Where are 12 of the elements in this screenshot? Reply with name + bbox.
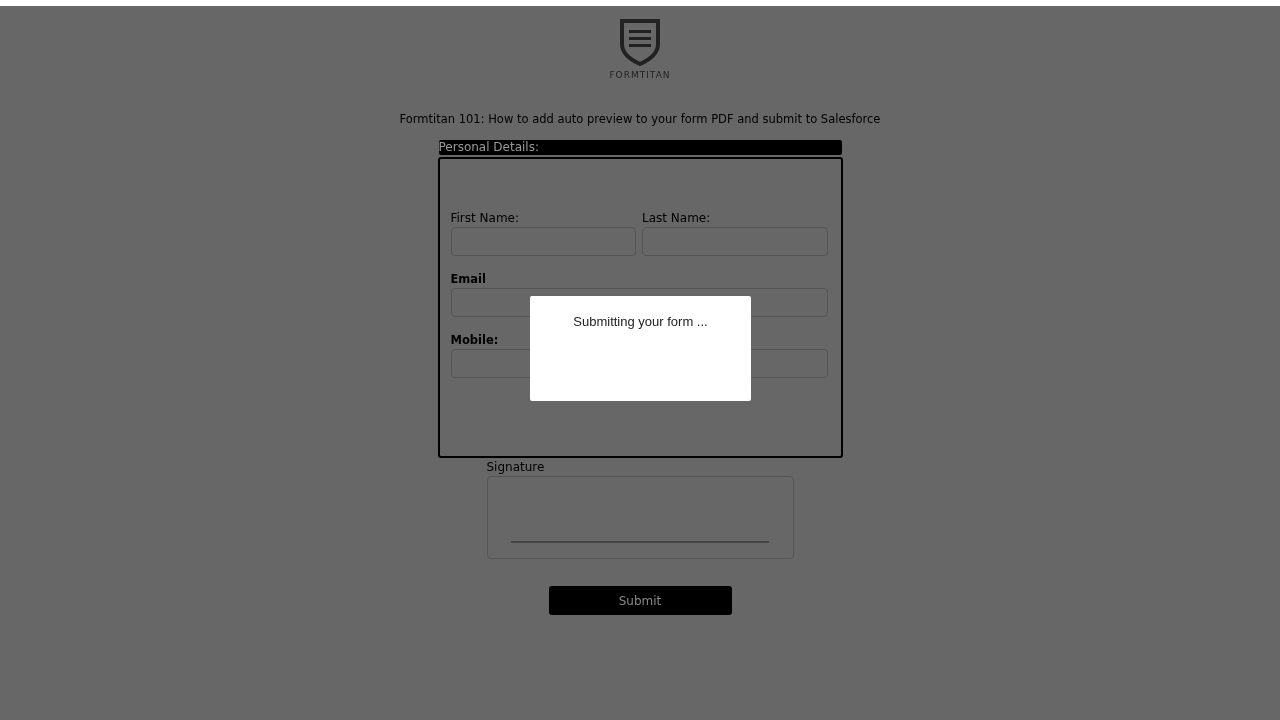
field-label: Email — [450, 272, 486, 286]
logo-text: FORMTITAN — [609, 70, 671, 80]
section-header: Personal Details: — [438, 140, 842, 155]
field-label: Last Name: — [642, 211, 711, 225]
field-label: First Name: — [450, 211, 519, 225]
signature-pad[interactable] — [486, 476, 794, 559]
shield-logo-icon — [619, 18, 661, 66]
page-title: Formtitan 101: How to add auto preview to your form PDF and submit to Salesforce — [398, 112, 882, 126]
signature-label: Signature — [486, 460, 545, 474]
submit-button[interactable]: Submit — [548, 586, 732, 615]
field-label: Mobile: — [450, 333, 499, 347]
modal-message: Submitting your form ... — [573, 314, 708, 329]
